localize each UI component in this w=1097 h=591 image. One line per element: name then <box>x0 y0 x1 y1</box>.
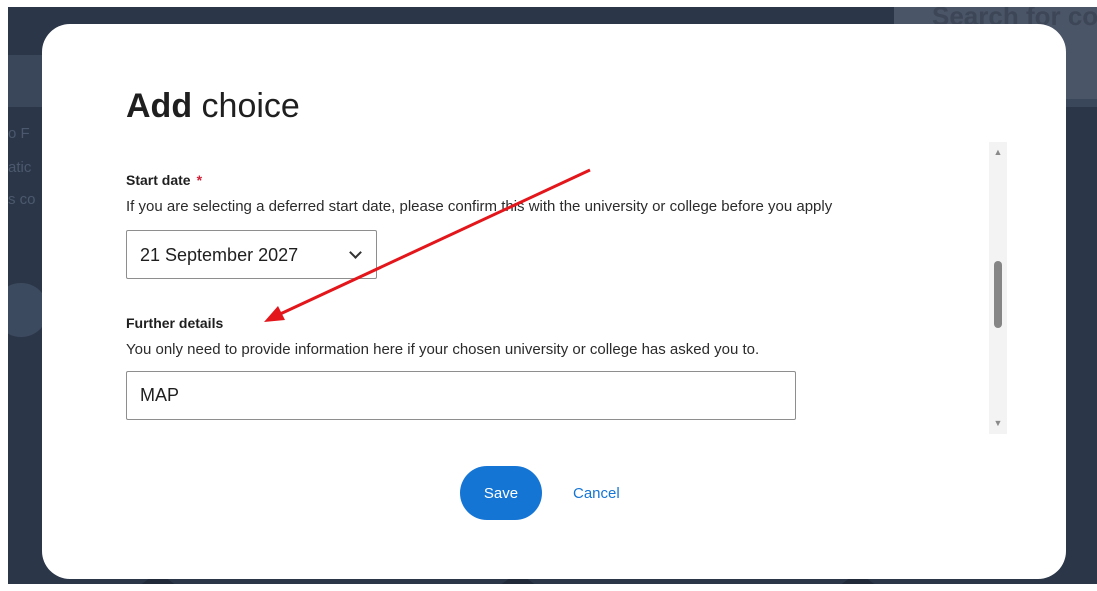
start-date-selected-value: 21 September 2027 <box>140 245 299 265</box>
start-date-select[interactable]: 21 September 2027 <box>126 230 377 279</box>
scrollbar-thumb[interactable] <box>994 261 1002 328</box>
chevron-down-icon <box>349 246 362 259</box>
modal-scroll-area[interactable]: Start date * If you are selecting a defer… <box>126 142 1006 434</box>
cancel-link[interactable]: Cancel <box>573 485 620 502</box>
triangle-up-icon[interactable]: ▲ <box>992 146 1004 158</box>
modal-title-bold: Add <box>126 87 193 125</box>
further-details-hint: You only need to provide information her… <box>126 341 760 358</box>
further-details-label: Further details <box>126 315 224 331</box>
backdrop-text-line: s co <box>8 191 36 208</box>
start-date-label-text: Start date <box>126 172 191 188</box>
required-marker: * <box>196 172 203 188</box>
modal-scrollbar[interactable]: ▲ ▼ <box>989 142 1007 434</box>
save-button[interactable]: Save <box>460 466 542 520</box>
further-details-input[interactable] <box>126 371 796 420</box>
backdrop-text-line: o F <box>8 125 30 142</box>
start-date-hint: If you are selecting a deferred start da… <box>126 198 833 215</box>
add-choice-modal: Add choice Start date * If you are select… <box>42 24 1066 579</box>
start-date-label: Start date * <box>126 172 202 188</box>
backdrop-text-line: atic <box>8 159 32 176</box>
modal-title: Add choice <box>126 86 300 126</box>
triangle-down-icon[interactable]: ▼ <box>992 417 1004 429</box>
modal-title-rest: choice <box>201 87 300 125</box>
